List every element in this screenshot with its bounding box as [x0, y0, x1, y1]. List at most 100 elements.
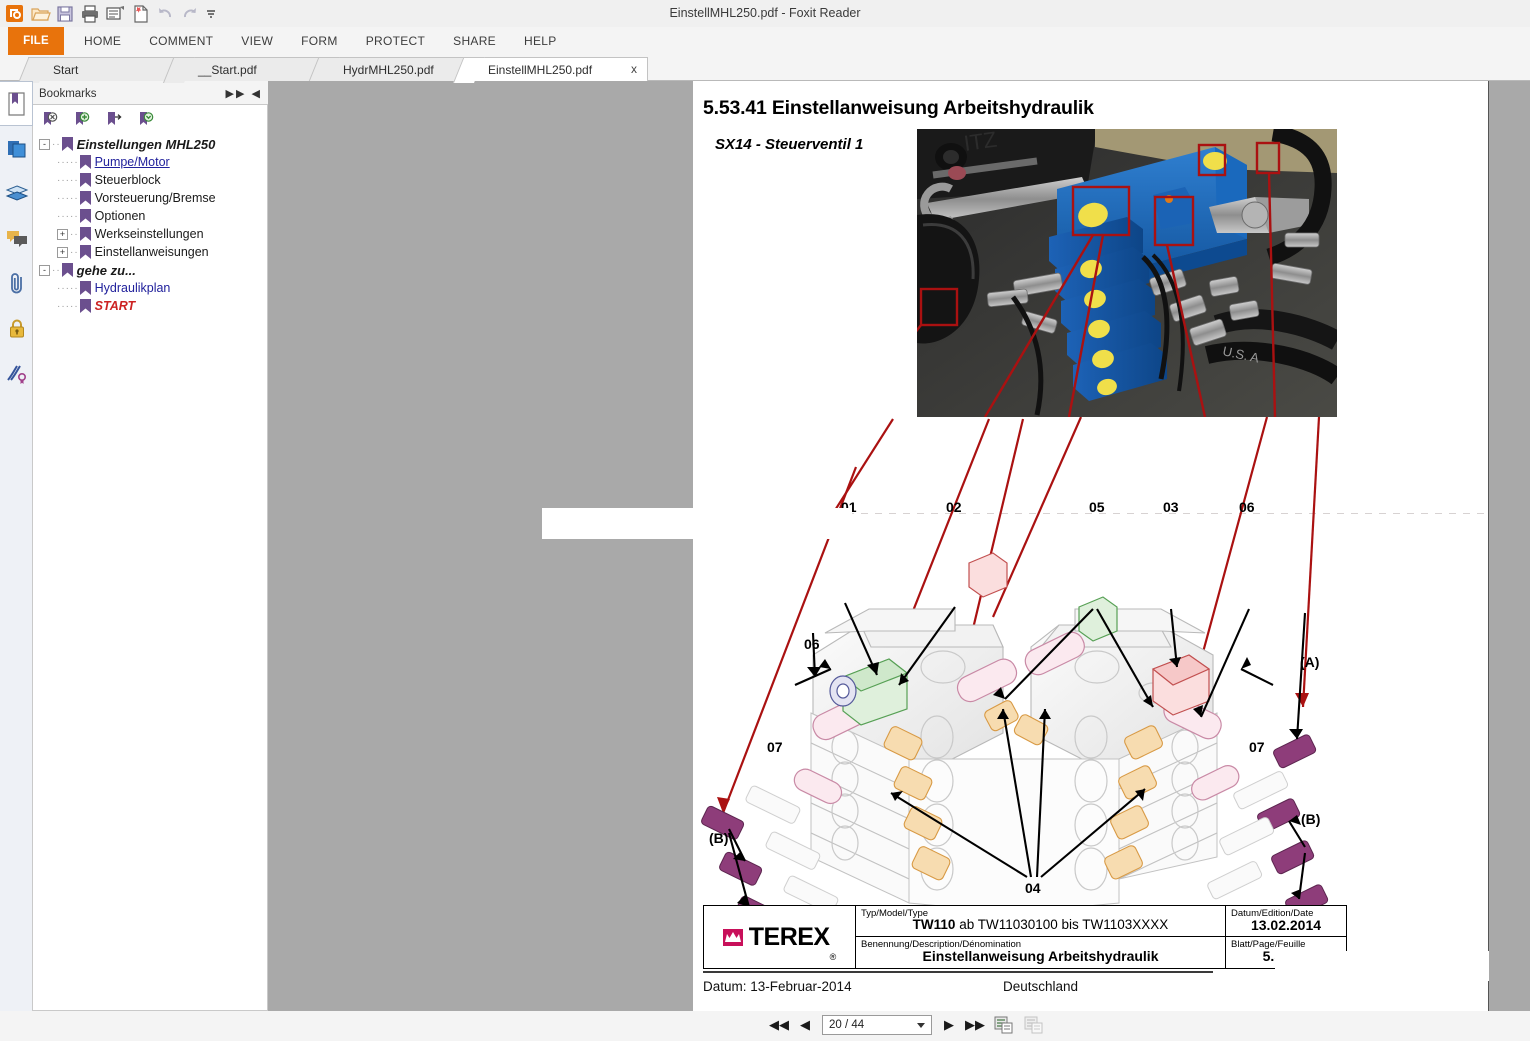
bookmarks-toolbar: [41, 111, 155, 132]
description-value: Einstellanweisung Arbeitshydraulik: [922, 948, 1159, 964]
bookmark-label: Vorsteuerung/Bremse: [94, 191, 216, 205]
date-value: 13.02.2014: [1250, 917, 1322, 933]
tree-connector: ··: [70, 228, 79, 240]
title-block-middle: Typ/Model/Type TW110 ab TW11030100 bis T…: [856, 906, 1226, 968]
bookmarks-panel: - ·· Einstellungen MHL250 ····· Pumpe/Motor ·…: [33, 104, 268, 1011]
tree-connector: ·····: [57, 156, 79, 168]
ribbon-tab-comment[interactable]: COMMENT: [135, 27, 227, 55]
bookmark-label: Pumpe/Motor: [94, 155, 170, 169]
document-tab-0[interactable]: Start: [28, 57, 178, 81]
document-tab-1[interactable]: __Start.pdf: [173, 57, 323, 81]
digital-signature-icon[interactable]: [0, 351, 33, 396]
expand-node-icon[interactable]: +: [57, 228, 68, 240]
expand-node-icon[interactable]: +: [57, 246, 68, 258]
bookmark-item[interactable]: + ·· Einstellanweisungen: [39, 243, 265, 261]
page-thumbnails-icon[interactable]: [0, 126, 33, 171]
bookmark-flag-icon: [61, 137, 73, 151]
goto-bookmark-icon[interactable]: [105, 111, 123, 132]
hide-panel-icon[interactable]: ◀: [252, 88, 262, 100]
expand-bookmark-icon[interactable]: [137, 111, 155, 132]
bookmarks-title: Bookmarks: [39, 88, 97, 100]
bookmark-item[interactable]: - ·· Einstellungen MHL250: [39, 135, 265, 153]
chevron-down-icon[interactable]: [917, 1023, 925, 1028]
previous-page-button[interactable]: ◀: [796, 1015, 814, 1035]
document-tab-label: __Start.pdf: [198, 62, 257, 77]
bookmark-item[interactable]: ····· Hydraulikplan: [39, 279, 265, 297]
svg-text:ITZ: ITZ: [962, 129, 998, 156]
terex-wordmark: TEREX: [748, 922, 830, 951]
tree-connector: ··: [70, 246, 79, 258]
window-title: EinstellMHL250.pdf - Foxit Reader: [669, 6, 861, 20]
ribbon-tab-bar: FILE HOME COMMENT VIEW FORM PROTECT SHARE HELP: [0, 27, 1530, 55]
fit-width-icon[interactable]: [1022, 1015, 1044, 1035]
ribbon-tab-share[interactable]: SHARE: [439, 27, 510, 55]
tree-connector: ·····: [57, 210, 79, 222]
document-tab-label: EinstellMHL250.pdf: [488, 62, 593, 77]
bookmark-flag-icon: [79, 155, 91, 169]
tree-connector: ·····: [57, 192, 79, 204]
bookmark-label: gehe zu...: [76, 262, 136, 278]
bookmark-label: Einstellungen MHL250: [76, 136, 216, 152]
attachments-icon[interactable]: [0, 261, 33, 306]
ribbon-tab-help[interactable]: HELP: [510, 27, 571, 55]
bookmark-label: Optionen: [94, 209, 146, 223]
type-row: Typ/Model/Type TW110 ab TW11030100 bis T…: [856, 906, 1225, 937]
document-footer-country: Deutschland: [1003, 979, 1079, 994]
bookmark-label: Hydraulikplan: [94, 281, 171, 295]
date-row: Datum/Edition/Date 13.02.2014: [1226, 906, 1346, 937]
callout-label: 02: [946, 499, 962, 515]
next-page-button[interactable]: ▶: [940, 1015, 958, 1035]
ribbon-tab-home[interactable]: HOME: [70, 27, 135, 55]
bookmarks-panel-icon[interactable]: [0, 81, 33, 126]
type-value-model: TW110: [912, 917, 956, 932]
drawing-title-block: TEREX ® Typ/Model/Type TW110 ab TW110301…: [703, 905, 1347, 969]
last-page-button[interactable]: ▶▶: [965, 1015, 985, 1035]
bookmark-label: START: [94, 299, 136, 313]
file-menu-button[interactable]: FILE: [8, 27, 64, 55]
bookmark-flag-icon: [61, 263, 73, 277]
page-number-value: 20 / 44: [829, 1019, 865, 1031]
bookmark-label: Steuerblock: [94, 173, 161, 187]
bookmark-item[interactable]: ····· Optionen: [39, 207, 265, 225]
pdf-viewer-area[interactable]: 5.53.41 Einstellanweisung Arbeitshydraul…: [268, 81, 1530, 1011]
page-number-input[interactable]: 20 / 44: [822, 1015, 932, 1035]
title-bar: EinstellMHL250.pdf - Foxit Reader: [0, 0, 1530, 27]
bookmark-item[interactable]: - ·· gehe zu...: [39, 261, 265, 279]
fit-page-icon[interactable]: [992, 1015, 1014, 1035]
collapse-panel-icon[interactable]: ▶▶: [226, 88, 247, 100]
description-row: Benennung/Description/Dénomination Einst…: [856, 937, 1225, 968]
document-tab-2[interactable]: HydrMHL250.pdf: [318, 57, 468, 81]
layers-icon[interactable]: [0, 171, 33, 216]
close-tab-icon[interactable]: x: [631, 62, 637, 76]
first-page-button[interactable]: ◀◀: [769, 1015, 789, 1035]
collapse-node-icon[interactable]: -: [39, 138, 50, 150]
comments-icon[interactable]: [0, 216, 33, 261]
callout-label: (A): [1300, 654, 1320, 670]
pdf-page: 5.53.41 Einstellanweisung Arbeitshydraul…: [693, 81, 1489, 1011]
render-artifact-overlay-band: [542, 508, 852, 539]
document-tab-label: Start: [53, 62, 79, 77]
ribbon-tab-form[interactable]: FORM: [287, 27, 352, 55]
hydraulic-valve-photo: ITZ U.S. A: [917, 129, 1337, 417]
document-subheading: SX14 - Steuerventil 1: [715, 136, 864, 153]
new-bookmark-icon[interactable]: [73, 111, 91, 132]
bookmark-item[interactable]: ····· START: [39, 297, 265, 315]
bookmark-item[interactable]: ····· Pumpe/Motor: [39, 153, 265, 171]
type-value-range: ab TW11030100 bis TW1103XXXX: [955, 917, 1169, 932]
ribbon-tab-protect[interactable]: PROTECT: [352, 27, 439, 55]
callout-label: 04: [1025, 880, 1041, 896]
render-artifact-overlay-sheet: [1275, 951, 1489, 981]
bookmark-label: Werkseinstellungen: [94, 227, 204, 241]
security-lock-icon[interactable]: [0, 306, 33, 351]
callout-label: (B): [1301, 811, 1321, 827]
delete-bookmark-icon[interactable]: [41, 111, 59, 132]
bookmarks-panel-header: Bookmarks ▶▶ ◀: [33, 85, 268, 104]
document-tab-3[interactable]: EinstellMHL250.pdf x: [463, 57, 648, 81]
collapse-node-icon[interactable]: -: [39, 264, 50, 276]
bookmark-item[interactable]: ····· Steuerblock: [39, 171, 265, 189]
bookmark-item[interactable]: ····· Vorsteuerung/Bremse: [39, 189, 265, 207]
callout-label: 07: [767, 739, 783, 755]
bookmark-item[interactable]: + ·· Werkseinstellungen: [39, 225, 265, 243]
ribbon-tab-view[interactable]: VIEW: [227, 27, 287, 55]
callout-label: 06: [1239, 499, 1255, 515]
